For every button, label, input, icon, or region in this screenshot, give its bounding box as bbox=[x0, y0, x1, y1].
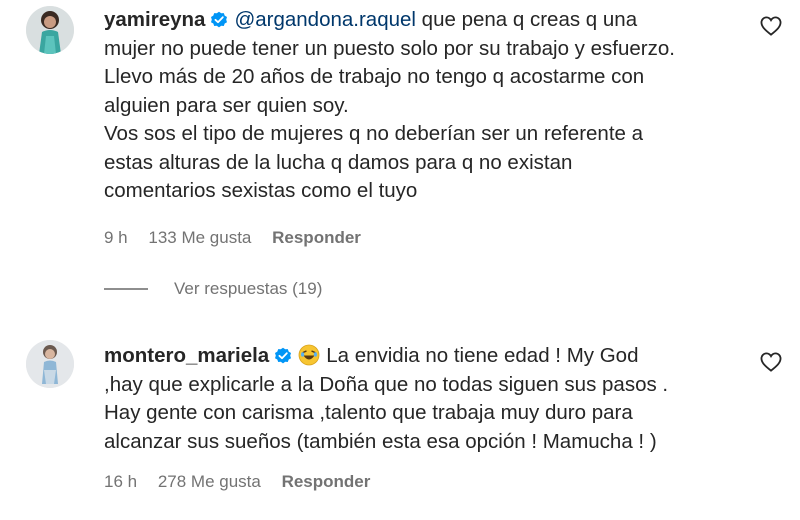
avatar[interactable] bbox=[26, 6, 74, 54]
comment-text-line: que pena q creas q una bbox=[421, 8, 638, 31]
comment-meta: 9 h 133 Me gusta Responder bbox=[104, 228, 377, 248]
comment-text-line: Hay gente con carisma ,talento que traba… bbox=[104, 401, 633, 424]
comment-time: 16 h bbox=[104, 472, 138, 491]
comment-text-line: alguien para ser quien soy. bbox=[104, 93, 349, 117]
comment-text-line: La envidia no tiene edad ! My God bbox=[326, 344, 639, 367]
divider bbox=[104, 288, 148, 290]
comment-text-line: ,hay que explicarle a la Doña que no tod… bbox=[104, 372, 669, 396]
comment-text-line: comentarios sexistas como el tuyo bbox=[104, 179, 418, 202]
comment-body: yamireyna @argandona.raquel que pena q cr… bbox=[104, 6, 744, 247]
view-replies-button[interactable]: Ver respuestas (19) bbox=[104, 279, 322, 299]
comment-text-line: alcanzar sus sueños (también esta esa op… bbox=[104, 429, 657, 453]
comment-text-line: Llevo más de 20 años de trabajo no tengo… bbox=[104, 65, 645, 88]
comment-text-line: Vos sos el tipo de mujeres q no deberían… bbox=[104, 122, 644, 145]
verified-badge-icon bbox=[211, 11, 228, 28]
comment-body: montero_mariela La envidia no tiene edad … bbox=[104, 342, 744, 491]
like-count[interactable]: 278 Me gusta bbox=[158, 472, 261, 491]
comment-username[interactable]: yamireyna bbox=[104, 8, 205, 31]
laughing-emoji-icon bbox=[298, 344, 320, 366]
like-count[interactable]: 133 Me gusta bbox=[148, 228, 251, 247]
comment-time: 9 h bbox=[104, 228, 128, 247]
comment-text-line: estas alturas de la lucha q damos para q… bbox=[104, 150, 573, 174]
view-replies-label: Ver respuestas (19) bbox=[174, 279, 323, 298]
heart-icon[interactable] bbox=[760, 16, 782, 36]
reply-button[interactable]: Responder bbox=[272, 228, 361, 247]
heart-icon[interactable] bbox=[760, 352, 782, 372]
comment-text-line: mujer no puede tener un puesto solo por … bbox=[104, 36, 675, 60]
reply-button[interactable]: Responder bbox=[282, 472, 371, 491]
comment-username[interactable]: montero_mariela bbox=[104, 344, 269, 367]
avatar[interactable] bbox=[26, 340, 74, 388]
comment-meta: 16 h 278 Me gusta Responder bbox=[104, 472, 386, 492]
mention-link[interactable]: @argandona.raquel bbox=[234, 8, 416, 31]
verified-badge-icon bbox=[275, 347, 292, 364]
